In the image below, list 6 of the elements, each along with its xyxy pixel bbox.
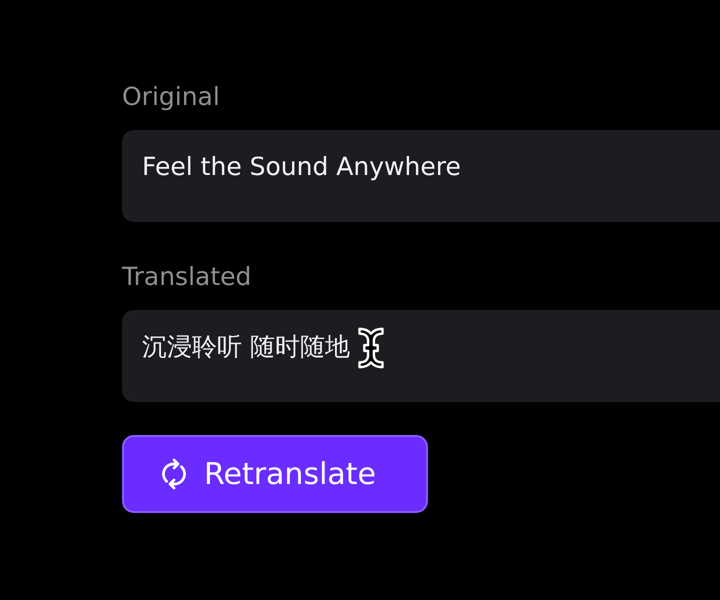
retranslate-button[interactable]: Retranslate — [122, 435, 428, 513]
field-label: Original — [122, 81, 221, 113]
field-label: Translated — [122, 261, 252, 293]
text-cursor-icon — [356, 326, 386, 370]
input-field[interactable]: Feel the Sound Anywhere — [122, 130, 720, 222]
input-field[interactable]: 沉浸聆听 随时随地 — [122, 310, 720, 402]
